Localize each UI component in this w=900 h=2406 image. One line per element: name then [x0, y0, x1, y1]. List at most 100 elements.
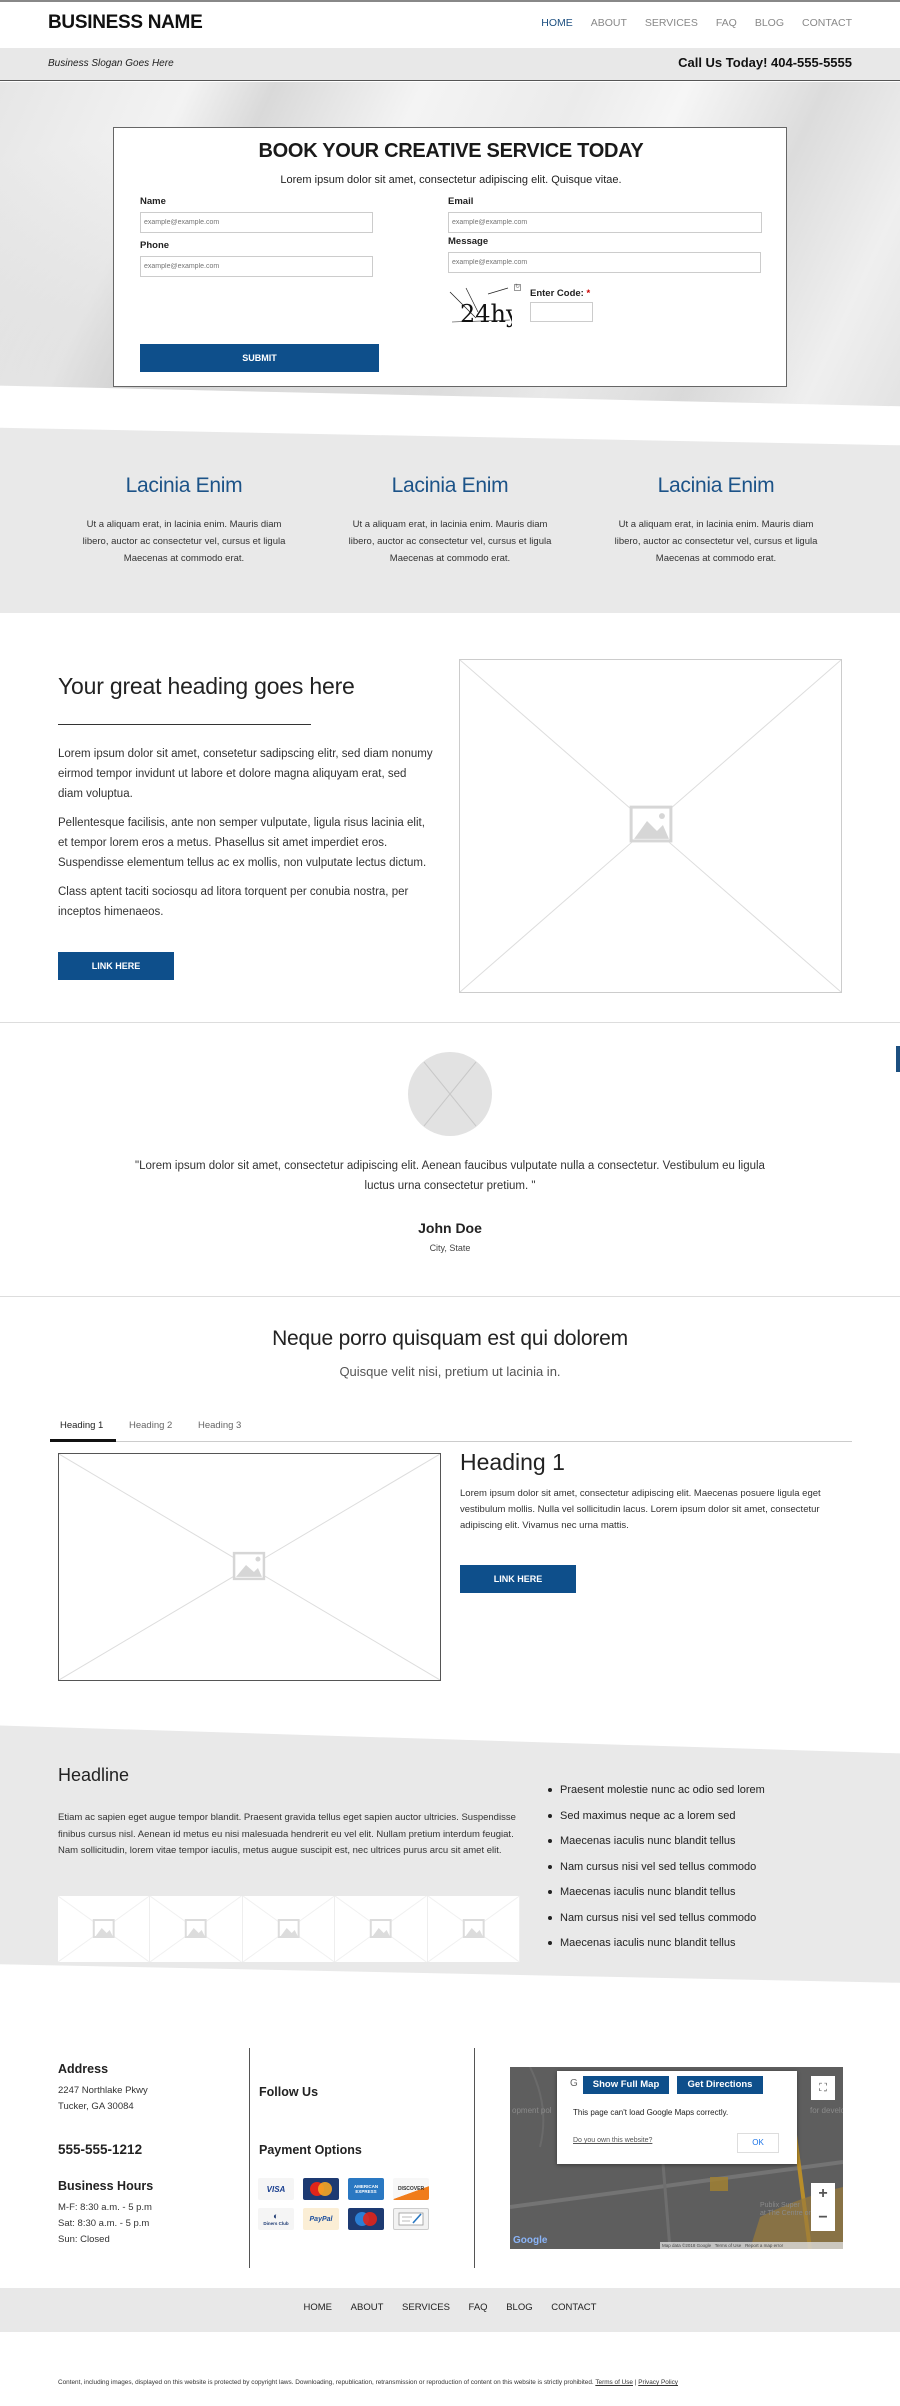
name-label: Name	[140, 196, 166, 207]
map-label: at The Centre on	[760, 2210, 813, 2217]
map-error-message: This page can't load Google Maps correct…	[573, 2108, 729, 2117]
name-input[interactable]	[140, 212, 373, 233]
image-placeholder	[459, 659, 842, 993]
brand-logo[interactable]: BUSINESS NAME	[48, 12, 203, 34]
nav-contact[interactable]: CONTACT	[802, 17, 852, 29]
google-logo[interactable]: Google	[513, 2235, 547, 2246]
own-website-link[interactable]: Do you own this website?	[573, 2137, 652, 2144]
message-input[interactable]	[448, 252, 761, 273]
address-line-2: Tucker, GA 30084	[58, 2101, 134, 2112]
tab-link-here-button[interactable]: LINK HERE	[460, 1565, 576, 1593]
map-dialog-google-g: G	[570, 2078, 578, 2089]
image-placeholder-icon	[335, 1896, 427, 1962]
list-item: Nam cursus nisi vel sed tellus commodo	[548, 1908, 848, 1934]
call-us-phone[interactable]: Call Us Today! 404-555-5555	[678, 55, 852, 70]
get-directions-button[interactable]: Get Directions	[677, 2076, 763, 2094]
gray-section-headline: Headline	[58, 1765, 130, 1785]
content-paragraph: Class aptent taciti sociosqu ad litora t…	[58, 886, 409, 918]
privacy-policy-link[interactable]: Privacy Policy	[638, 2379, 678, 2386]
footer-nav-faq[interactable]: FAQ	[469, 2302, 488, 2313]
tab-heading-3[interactable]: Heading 3	[198, 1420, 241, 1431]
section-divider	[0, 1022, 900, 1023]
map-attribution: Map data ©2018 Google	[662, 2243, 712, 2248]
footer-nav-contact[interactable]: CONTACT	[551, 2302, 596, 2313]
section-divider	[0, 1296, 900, 1297]
testimonial-name: John Doe	[418, 1220, 482, 1236]
feature-card: Lacinia Enim Ut a aliquam erat, in lacin…	[606, 474, 826, 567]
footer-nav-home[interactable]: HOME	[304, 2302, 333, 2313]
feature-text: Ut a aliquam erat, in lacinia enim. Maur…	[82, 519, 286, 564]
footer-nav-services[interactable]: SERVICES	[402, 2302, 450, 2313]
submit-button[interactable]: SUBMIT	[140, 344, 379, 372]
nav-faq[interactable]: FAQ	[716, 17, 737, 29]
zoom-in-button[interactable]: +	[811, 2183, 835, 2207]
fullscreen-icon[interactable]: ⛶	[811, 2076, 835, 2100]
active-tab-indicator	[50, 1439, 116, 1442]
diners-club-text: Diners Club	[263, 2221, 289, 2226]
map-terms-link[interactable]: Terms of Use	[715, 2243, 742, 2248]
payment-options-heading: Payment Options	[259, 2143, 362, 2157]
list-item: Praesent molestie nunc ac odio sed lorem	[548, 1780, 848, 1806]
list-item: Maecenas iaculis nunc blandit tellus	[548, 1882, 848, 1908]
tabs-section-title: Neque porro quisquam est qui dolorem	[272, 1327, 628, 1350]
map-label: Publix Super	[760, 2202, 800, 2209]
bullet-list: Praesent molestie nunc ac odio sed lorem…	[548, 1780, 848, 1959]
image-placeholder-icon	[150, 1896, 242, 1962]
terms-of-use-link[interactable]: Terms of Use	[595, 2379, 633, 2386]
testimonial-location: City, State	[429, 1243, 471, 1253]
image-placeholder-graphic	[59, 1454, 440, 1680]
captcha-input[interactable]	[530, 302, 593, 322]
nav-blog[interactable]: BLOG	[755, 17, 784, 29]
captcha-text: 24hy	[460, 300, 512, 328]
footer-nav-about[interactable]: ABOUT	[351, 2302, 384, 2313]
side-feedback-tab[interactable]	[896, 1046, 900, 1072]
feature-text: Ut a aliquam erat, in lacinia enim. Maur…	[614, 519, 818, 564]
link-here-button[interactable]: LINK HERE	[58, 952, 174, 980]
tab-heading-1[interactable]: Heading 1	[60, 1420, 103, 1431]
business-slogan: Business Slogan Goes Here	[48, 58, 174, 69]
testimonial-quote: "Lorem ipsum dolor sit amet, consectetur…	[135, 1160, 765, 1192]
refresh-captcha-icon[interactable]: ↻	[514, 284, 521, 291]
link-separator: |	[634, 2379, 637, 2386]
image-placeholder-graphic	[460, 660, 841, 992]
check-icon	[393, 2208, 429, 2230]
gallery-thumbnail[interactable]	[150, 1896, 243, 1962]
phone-input[interactable]	[140, 256, 373, 277]
footer-phone[interactable]: 555-555-1212	[58, 2142, 142, 2157]
image-placeholder-icon	[58, 1896, 150, 1962]
gallery-thumbnail[interactable]	[335, 1896, 428, 1962]
content-heading: Your great heading goes here	[58, 673, 355, 699]
feature-text: Ut a aliquam erat, in lacinia enim. Maur…	[348, 519, 552, 564]
zoom-out-button[interactable]: −	[811, 2207, 835, 2231]
avatar-placeholder-icon	[423, 1061, 477, 1127]
required-mark: *	[586, 288, 591, 299]
gallery-thumbnail[interactable]	[427, 1896, 521, 1962]
gallery-thumbnail[interactable]	[58, 1896, 151, 1962]
map-ok-button[interactable]: OK	[737, 2133, 779, 2153]
feature-card: Lacinia Enim Ut a aliquam erat, in lacin…	[340, 474, 560, 567]
gallery-thumbnail[interactable]	[242, 1896, 336, 1962]
list-item: Maecenas iaculis nunc blandit tellus	[548, 1831, 848, 1857]
feature-title: Lacinia Enim	[391, 474, 509, 497]
map-attribution-bar: Map data ©2018 Google Terms of Use Repor…	[660, 2242, 843, 2249]
captcha-label: Enter Code: *	[530, 288, 590, 299]
nav-services[interactable]: SERVICES	[645, 17, 698, 29]
image-placeholder-icon	[242, 1896, 335, 1962]
visa-card-icon: VISA	[258, 2178, 294, 2200]
nav-home[interactable]: HOME	[541, 17, 573, 29]
content-paragraph: Pellentesque facilisis, ante non semper …	[58, 817, 427, 869]
show-full-map-button[interactable]: Show Full Map	[583, 2076, 669, 2094]
map-report-link[interactable]: Report a map error	[745, 2243, 783, 2248]
footer-nav-blog[interactable]: BLOG	[506, 2302, 532, 2313]
payment-cards: VISA AMERICAN EXPRESS DISCOVER ◐ Diners …	[258, 2178, 438, 2230]
email-input[interactable]	[448, 212, 762, 233]
main-nav: HOME ABOUT SERVICES FAQ BLOG CONTACT	[523, 17, 852, 29]
hours-line: Sun: Closed	[58, 2234, 110, 2245]
discover-card-icon: DISCOVER	[393, 2178, 429, 2200]
list-item: Maecenas iaculis nunc blandit tellus	[548, 1933, 848, 1959]
tab-heading-2[interactable]: Heading 2	[129, 1420, 172, 1431]
list-item: Nam cursus nisi vel sed tellus commodo	[548, 1857, 848, 1883]
nav-about[interactable]: ABOUT	[591, 17, 627, 29]
feature-title: Lacinia Enim	[125, 474, 243, 497]
image-placeholder-icon	[427, 1896, 520, 1962]
